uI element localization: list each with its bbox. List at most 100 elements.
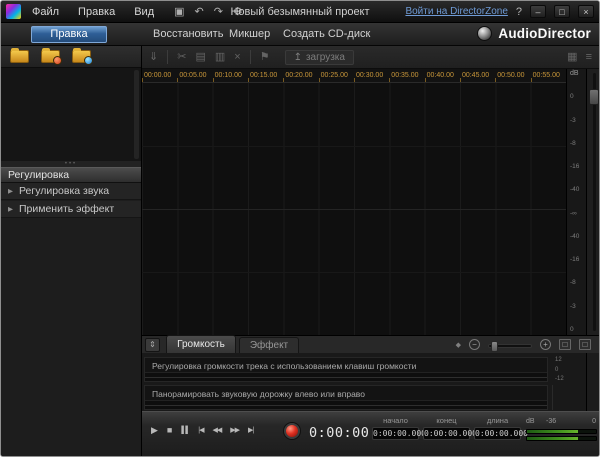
track-view-icon[interactable]: ▦: [567, 52, 577, 63]
open-media-folder-icon[interactable]: [10, 50, 29, 63]
db-scale-value: -40: [570, 233, 586, 240]
titlebar: Файл Правка Вид ▣ ↶ ↷ ⚙ Новый безымянный…: [1, 1, 599, 23]
track-options-icon[interactable]: ≡: [586, 52, 592, 63]
timeline-ruler[interactable]: 00:00.00 00:05.00 00:10.00 00:15.00 00:2…: [142, 69, 566, 83]
rewind-button[interactable]: ◀◀: [212, 427, 221, 434]
db-scale-label: dB: [570, 70, 586, 77]
keyframe-icon[interactable]: ◆: [456, 341, 461, 349]
edit-area: ⇓ ✂ ▤ ▥ × ⚑ ↥ загрузка ▦ ≡ 00:00.00 00:0…: [142, 46, 599, 456]
end-field-group: конец 0:00:00.000: [423, 416, 470, 440]
apply-effect-item[interactable]: ▶ Применить эффект: [1, 201, 141, 218]
meter-labels: dB -36 0: [526, 418, 597, 427]
ruler-tick: 00:45.00: [460, 69, 495, 82]
ruler-tick: 00:40.00: [425, 69, 460, 82]
media-list-scrollbar[interactable]: [134, 70, 139, 159]
adjust-audio-item[interactable]: ▶ Регулировка звука: [1, 183, 141, 200]
waveform-area[interactable]: [142, 83, 566, 335]
toolbar-right-icons: ▦ ≡: [567, 52, 592, 63]
tab-effect[interactable]: Эффект: [239, 337, 299, 353]
meter-fill: [527, 430, 578, 433]
start-label: начало: [383, 416, 408, 425]
delete-icon[interactable]: ×: [234, 52, 240, 63]
db-scale-value: -40: [570, 186, 586, 193]
volume-scale-value: 12: [555, 357, 576, 363]
start-time-field[interactable]: 0:00:00.000: [372, 427, 419, 440]
transport-bar: ▶ ■ ▌▌ |◀ ◀◀ ▶▶ ▶| 0:00:00.000 начало 0:…: [142, 411, 599, 456]
directorzone-download-folder-icon[interactable]: [72, 50, 91, 63]
marker-icon[interactable]: ⚑: [260, 52, 270, 63]
globe-badge-icon: [84, 56, 93, 65]
ruler-tick: 00:15.00: [248, 69, 283, 82]
vertical-zoom-handle[interactable]: [589, 89, 599, 105]
zoom-selection-icon[interactable]: [579, 339, 591, 350]
stop-button[interactable]: ■: [167, 426, 172, 435]
pan-keyframe-row[interactable]: Панорамировать звуковую дорожку влево ил…: [144, 385, 548, 410]
db-scale: dB 0 -3 -8 -16 -40 -∞ -40 -16 -8 -3 0: [566, 69, 586, 335]
upload-label: загрузка: [306, 52, 345, 63]
library-toolbar: [1, 46, 141, 68]
meter-bar-right: [526, 436, 597, 441]
end-time-field[interactable]: 0:00:00.000: [423, 427, 470, 440]
undo-icon[interactable]: ↶: [195, 5, 204, 18]
go-to-end-button[interactable]: ▶|: [248, 427, 253, 434]
volume-scale: 12 0 -12: [552, 357, 576, 382]
transport-buttons: ▶ ■ ▌▌ |◀ ◀◀ ▶▶ ▶|: [151, 426, 253, 435]
vertical-zoom-track: [593, 73, 596, 331]
fast-forward-button[interactable]: ▶▶: [230, 427, 239, 434]
length-time-field[interactable]: 0:00:00.000: [474, 427, 521, 440]
volume-scale-value: -12: [555, 376, 576, 382]
volume-automation-lane[interactable]: [145, 372, 547, 381]
titlebar-right: Войти на DirectorZone ? – □ ×: [405, 5, 594, 18]
ruler-tick: 00:50.00: [495, 69, 530, 82]
brand: AudioDirector: [477, 26, 591, 41]
upload-button[interactable]: ↥ загрузка: [285, 50, 354, 65]
copy-icon[interactable]: ▤: [195, 52, 205, 63]
maximize-button[interactable]: □: [554, 5, 570, 18]
vertical-zoom-slider[interactable]: [586, 69, 600, 335]
zoom-slider-handle[interactable]: [491, 341, 498, 352]
save-icon[interactable]: ▣: [174, 5, 184, 18]
tab-edit[interactable]: Правка: [31, 26, 107, 43]
expand-arrow-icon: ▶: [8, 205, 13, 213]
paste-icon[interactable]: ▥: [215, 52, 225, 63]
go-to-start-button[interactable]: |◀: [198, 427, 203, 434]
waveform-gridline: [142, 272, 566, 273]
zoom-fit-icon[interactable]: [559, 339, 571, 350]
menu-view[interactable]: Вид: [134, 6, 154, 18]
help-icon[interactable]: ?: [516, 6, 522, 18]
ruler-tick: 00:55.00: [531, 69, 566, 82]
window-title: Новый безымянный проект: [230, 6, 369, 18]
db-scale-value: -3: [570, 117, 586, 124]
ruler-tick: 00:30.00: [354, 69, 389, 82]
db-scale-value: 0: [570, 93, 586, 100]
volume-keyframe-row[interactable]: Регулировка громкости трека с использова…: [144, 357, 548, 382]
pause-button[interactable]: ▌▌: [181, 427, 189, 434]
start-field-group: начало 0:00:00.000: [372, 416, 419, 440]
directorzone-link[interactable]: Войти на DirectorZone: [405, 6, 507, 17]
import-media-folder-icon[interactable]: [41, 50, 60, 63]
tab-restore[interactable]: Восстановить: [153, 28, 223, 40]
brand-name: AudioDirector: [498, 26, 591, 41]
close-button[interactable]: ×: [578, 5, 594, 18]
pan-row-label: Панорамировать звуковую дорожку влево ил…: [145, 386, 547, 399]
redo-icon[interactable]: ↷: [214, 5, 223, 18]
media-list[interactable]: [1, 68, 141, 161]
minimize-button[interactable]: –: [530, 5, 546, 18]
pan-automation-lane[interactable]: [145, 400, 547, 409]
keyframe-panel-toggle-button[interactable]: ⇕: [145, 338, 160, 352]
play-button[interactable]: ▶: [151, 426, 158, 435]
expand-arrow-icon: ▶: [8, 187, 13, 195]
record-button[interactable]: [284, 423, 300, 439]
zoom-slider[interactable]: [488, 344, 532, 348]
menu-edit[interactable]: Правка: [78, 6, 115, 18]
zoom-out-icon[interactable]: −: [469, 339, 480, 350]
library-panel: ••• Регулировка ▶ Регулировка звука ▶ Пр…: [1, 46, 142, 456]
zoom-in-icon[interactable]: +: [540, 339, 551, 350]
tab-volume[interactable]: Громкость: [166, 335, 236, 353]
import-badge-icon: [53, 56, 62, 65]
menu-file[interactable]: Файл: [32, 6, 59, 18]
cut-icon[interactable]: ✂: [177, 52, 186, 63]
tab-create-cd[interactable]: Создать CD-диск: [283, 28, 370, 40]
import-icon[interactable]: ⇓: [149, 52, 158, 63]
tab-mixer[interactable]: Микшер: [229, 28, 270, 40]
